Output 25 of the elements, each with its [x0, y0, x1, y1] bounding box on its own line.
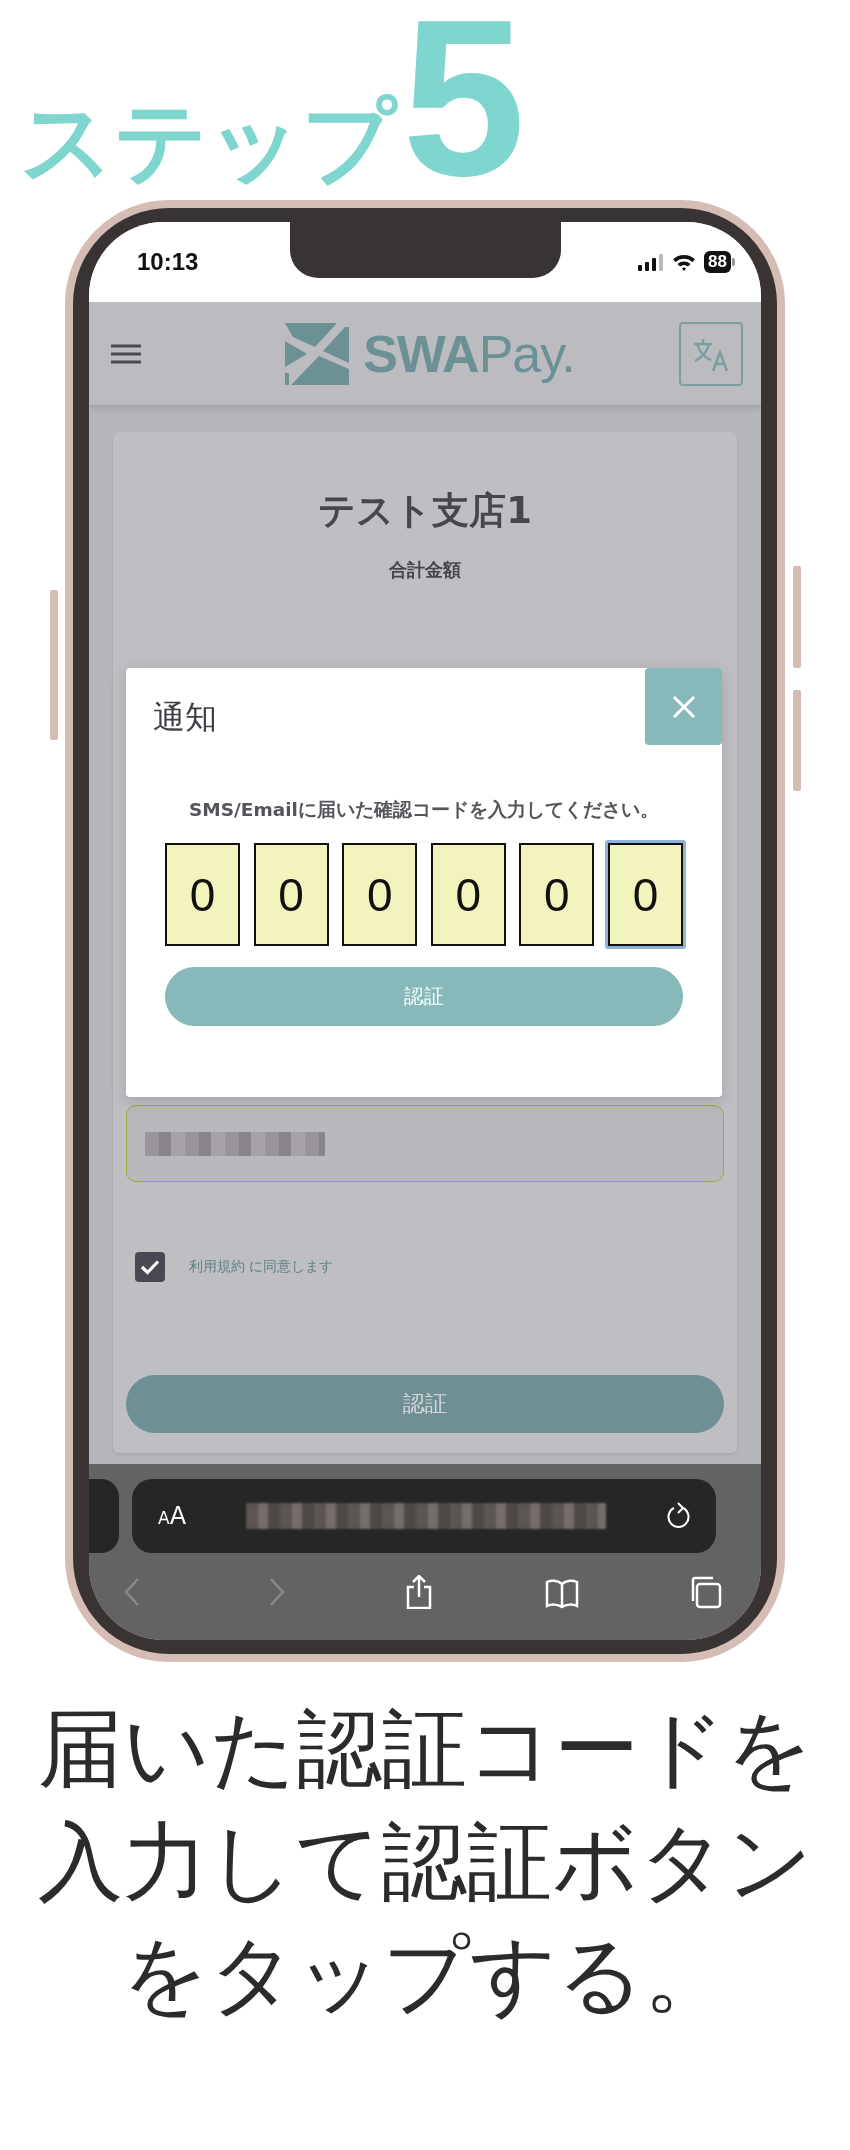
store-name: テスト支店1: [318, 488, 532, 534]
caption-text: 届いた認証コードを入力して認証ボタンをタップする。: [36, 1698, 814, 2026]
phone-input-field[interactable]: [126, 1105, 724, 1182]
reload-button[interactable]: [666, 1502, 692, 1530]
address-bar[interactable]: AA: [132, 1479, 716, 1553]
status-time: 10:13: [137, 248, 199, 276]
text-size-button[interactable]: AA: [158, 1502, 187, 1530]
logo-mark-icon: [285, 322, 350, 385]
wifi-icon: [672, 253, 697, 271]
reload-icon: [666, 1502, 692, 1530]
terms-checkbox[interactable]: [135, 1252, 165, 1282]
total-label: 合計金額: [389, 558, 461, 582]
dialog-title: 通知: [153, 697, 217, 738]
close-icon: [671, 694, 696, 719]
menu-icon: [111, 343, 141, 364]
menu-button[interactable]: [111, 343, 141, 364]
terms-label: 利用規約 に同意します: [189, 1258, 334, 1276]
step-label: ステップ: [20, 96, 396, 188]
logo-text: SWAPay.: [363, 323, 575, 384]
code-digit-field[interactable]: 0: [604, 840, 686, 949]
check-icon: [140, 1259, 160, 1275]
signal-icon: [638, 253, 665, 271]
dialog-message: SMS/Emailに届いた確認コードを入力してください。: [188, 798, 660, 822]
step-number: 5: [402, 10, 526, 188]
code-digit-field[interactable]: 0: [162, 840, 243, 949]
